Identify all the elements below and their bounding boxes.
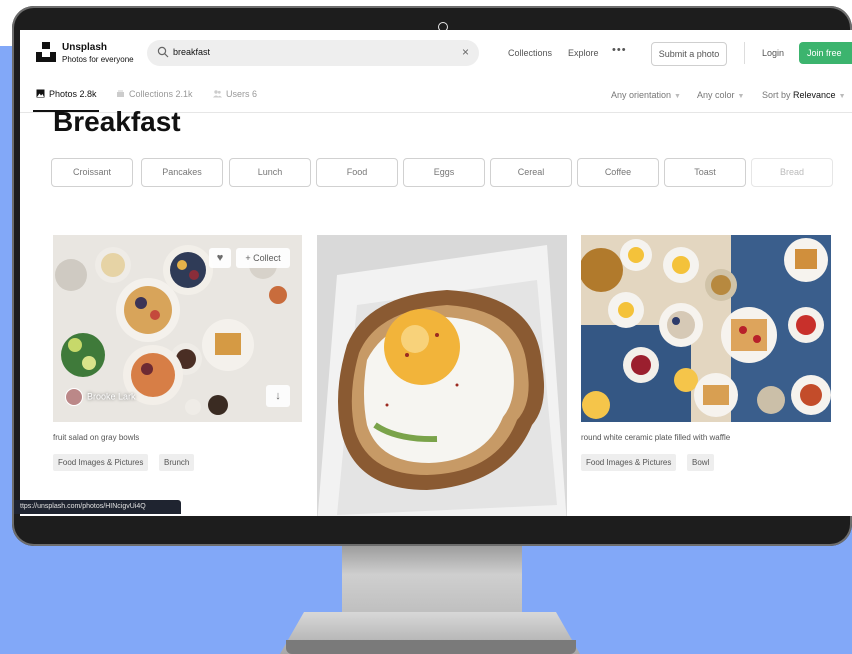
color-filter[interactable]: Any color ▼ <box>697 90 744 100</box>
tab-photos-label: Photos 2.8k <box>49 89 97 99</box>
status-bar-url: ttps://unsplash.com/photos/HINcigvUi4Q <box>14 500 181 514</box>
tab-photos[interactable]: Photos 2.8k <box>36 89 97 99</box>
photo-icon <box>36 89 45 98</box>
sort-filter[interactable]: Sort by Relevance ▼ <box>762 90 846 100</box>
divider <box>744 42 745 64</box>
brand-name[interactable]: Unsplash <box>62 42 107 53</box>
download-button[interactable]: ↓ <box>266 385 290 407</box>
photo-tag[interactable]: Food Images & Pictures <box>53 454 149 471</box>
tab-users-label: Users 6 <box>226 89 258 99</box>
photo-tag[interactable]: Food Images & Pictures <box>581 454 677 471</box>
color-filter-label: Any color <box>697 90 735 100</box>
unsplash-logo-icon[interactable] <box>36 42 56 62</box>
nav-explore[interactable]: Explore <box>568 48 599 58</box>
related-chip[interactable]: Eggs <box>403 158 485 187</box>
photo-egg-toast[interactable] <box>317 235 567 516</box>
orientation-filter[interactable]: Any orientation ▼ <box>611 90 681 100</box>
orientation-filter-label: Any orientation <box>611 90 672 100</box>
related-chip[interactable]: Cereal <box>490 158 572 187</box>
collections-icon <box>117 90 124 97</box>
login-link[interactable]: Login <box>762 48 784 58</box>
browser-screen: Unsplash Photos for everyone breakfast ×… <box>20 30 852 516</box>
clear-search-icon[interactable]: × <box>462 45 469 59</box>
sort-value: Relevance <box>793 90 836 100</box>
sort-prefix: Sort by <box>762 90 791 100</box>
tab-users[interactable]: Users 6 <box>213 89 257 99</box>
related-chip[interactable]: Bread <box>751 158 833 187</box>
photo-caption: fruit salad on gray bowls <box>53 433 140 442</box>
chevron-down-icon: ▼ <box>737 93 745 100</box>
users-icon <box>213 90 222 98</box>
collect-button[interactable]: + Collect <box>236 248 290 268</box>
related-chip[interactable]: Lunch <box>229 158 311 187</box>
top-bar: Unsplash Photos for everyone breakfast ×… <box>20 30 852 78</box>
related-chip[interactable]: Coffee <box>577 158 659 187</box>
search-icon <box>157 46 169 58</box>
submit-photo-button[interactable]: Submit a photo <box>651 42 727 66</box>
like-button[interactable]: ♥ <box>209 248 231 268</box>
chevron-down-icon: ▼ <box>674 93 681 100</box>
brand-tagline: Photos for everyone <box>62 55 134 64</box>
tab-collections[interactable]: Collections 2.1k <box>116 89 193 99</box>
search-input[interactable]: breakfast × <box>147 40 479 66</box>
related-chip[interactable]: Pancakes <box>141 158 223 187</box>
nav-collections[interactable]: Collections <box>508 48 552 58</box>
photo-image <box>317 235 567 516</box>
related-chip[interactable]: Croissant <box>51 158 133 187</box>
tab-collections-label: Collections 2.1k <box>129 89 193 99</box>
author-name: Brooke Lark <box>87 391 136 402</box>
photo-waffle-plate[interactable] <box>581 235 831 422</box>
chevron-down-icon: ▼ <box>838 93 846 100</box>
related-chip[interactable]: Toast <box>664 158 746 187</box>
page-title: Breakfast <box>53 106 181 137</box>
photo-fruit-bowls[interactable]: ♥ + Collect Brooke Lark ↓ <box>53 235 302 422</box>
monitor-stand-foot <box>286 640 576 654</box>
photo-caption: round white ceramic plate filled with wa… <box>581 433 731 442</box>
avatar <box>65 388 83 406</box>
join-free-button[interactable]: Join free <box>799 42 852 64</box>
photo-tag[interactable]: Brunch <box>159 454 195 471</box>
more-menu-icon[interactable]: ••• <box>612 44 627 56</box>
photo-image <box>581 235 831 422</box>
related-chip[interactable]: Food <box>316 158 398 187</box>
photo-tag[interactable]: Bowl <box>687 454 715 471</box>
search-value: breakfast <box>173 47 211 57</box>
photo-author[interactable]: Brooke Lark <box>65 388 136 406</box>
